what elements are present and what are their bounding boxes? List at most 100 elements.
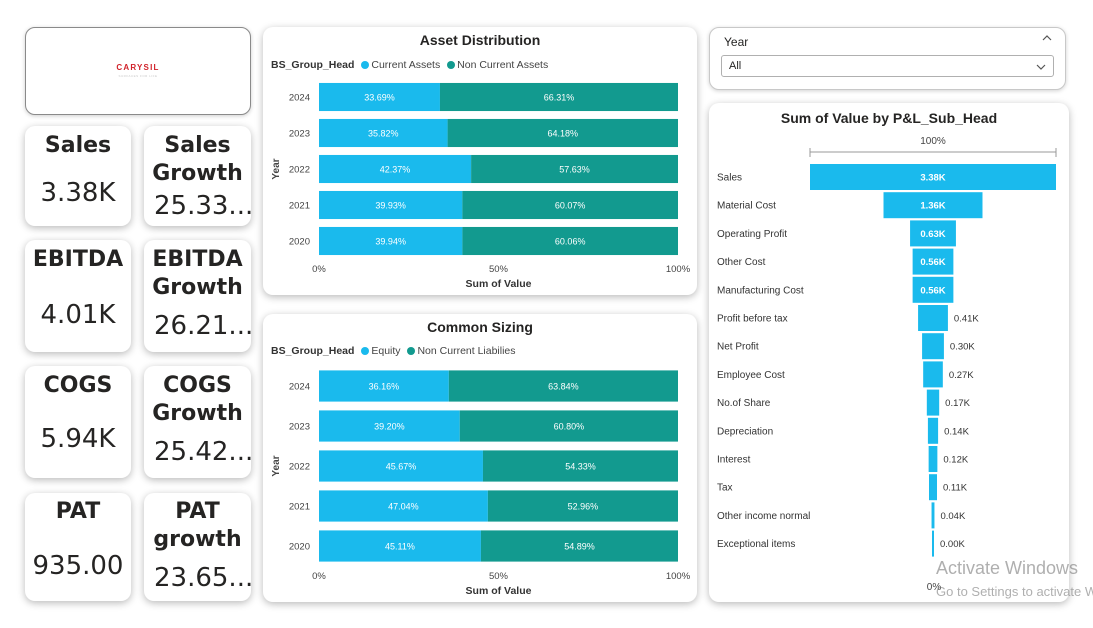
- funnel-category-label: Profit before tax: [717, 314, 788, 325]
- collapse-chevron-icon[interactable]: [1041, 32, 1053, 47]
- kpi-card-ebitda[interactable]: EBITDA 4.01K: [25, 240, 131, 352]
- year-dropdown[interactable]: All: [721, 55, 1054, 77]
- kpi-title: EBITDA: [32, 247, 124, 272]
- data-label: 60.07%: [555, 201, 586, 211]
- y-tick-label: 2021: [289, 201, 310, 212]
- kpi-card-pat[interactable]: PAT 935.00: [25, 493, 131, 601]
- funnel-value-label: 0.04K: [940, 511, 965, 522]
- y-tick-label: 2021: [289, 502, 310, 513]
- funnel-bar: [931, 502, 935, 529]
- kpi-value: 26.21...: [154, 311, 251, 341]
- data-label: 45.67%: [386, 462, 417, 472]
- data-label: 39.20%: [374, 422, 405, 432]
- data-label: 60.80%: [554, 422, 585, 432]
- funnel-category-label: No.of Share: [717, 398, 771, 409]
- common-sizing-plot: Year 2024 36.16% 63.84% 2023 39.20% 60.80% 2022…: [271, 370, 691, 597]
- kpi-title: COGS Growth: [152, 373, 243, 426]
- kpi-title: Sales Growth: [152, 133, 243, 186]
- funnel-bar: [932, 530, 934, 557]
- x-tick-label: 100%: [666, 571, 691, 582]
- data-label: 57.63%: [559, 165, 590, 175]
- funnel-category-label: Interest: [717, 455, 751, 466]
- y-tick-label: 2024: [289, 93, 310, 104]
- funnel-category-label: Depreciation: [717, 426, 773, 437]
- funnel-bar: [928, 474, 938, 501]
- data-label: 64.18%: [548, 129, 579, 139]
- chevron-down-icon: [1035, 60, 1047, 78]
- company-logo-tagline: SURFACES FOR LIFE: [118, 74, 158, 78]
- kpi-title: COGS: [43, 373, 113, 398]
- funnel-value-label: 0.41K: [954, 314, 979, 325]
- x-tick-label: 50%: [489, 264, 509, 275]
- data-label: 47.04%: [388, 502, 419, 512]
- y-axis-title: Year: [271, 455, 282, 476]
- data-label: 54.89%: [564, 542, 595, 552]
- kpi-card-ebitda-growth[interactable]: EBITDA Growth 26.21...: [144, 240, 251, 352]
- funnel-value-label: 0.12K: [943, 455, 968, 466]
- data-label: 39.93%: [375, 201, 406, 211]
- funnel-category-label: Tax: [717, 483, 733, 494]
- funnel-bar: [922, 333, 944, 360]
- x-axis-title: Sum of Value: [466, 585, 532, 597]
- funnel-value-label: 0.56K: [920, 257, 945, 268]
- kpi-value: 935.00: [32, 551, 124, 581]
- kpi-card-sales-growth[interactable]: Sales Growth 25.33...: [144, 126, 251, 226]
- x-axis-title: Sum of Value: [466, 278, 532, 290]
- y-tick-label: 2020: [289, 542, 310, 553]
- funnel-bar: [918, 305, 948, 331]
- kpi-card-cogs[interactable]: COGS 5.94K: [25, 366, 131, 478]
- funnel-value-label: 1.36K: [920, 201, 945, 212]
- activation-watermark-subtitle: Go to Settings to activate Windows.: [936, 584, 1093, 599]
- year-slicer[interactable]: Year All: [709, 27, 1066, 90]
- funnel-bar: [923, 361, 943, 388]
- common-sizing-chart[interactable]: Common Sizing BS_Group_Head Equity Non C…: [263, 314, 697, 602]
- y-tick-label: 2024: [289, 382, 310, 393]
- pl-funnel-plot: 100% Sales 3.38K Material Cost 1.36K Operatin…: [717, 136, 1057, 593]
- asset-distribution-plot: Year 2024 33.69% 66.31% 2023 35.82% 64.18% 2022…: [271, 82, 691, 290]
- company-logo: CARYSIL: [116, 63, 160, 72]
- funnel-value-label: 0.14K: [944, 426, 969, 437]
- y-tick-label: 2020: [289, 237, 310, 248]
- y-tick-label: 2022: [289, 462, 310, 473]
- kpi-value: 5.94K: [40, 424, 116, 454]
- pl-funnel-chart[interactable]: Sum of Value by P&L_Sub_Head 100% Sales 3.…: [709, 103, 1069, 602]
- data-label: 35.82%: [368, 129, 399, 139]
- funnel-category-label: Net Profit: [717, 342, 759, 353]
- funnel-value-label: 3.38K: [920, 173, 945, 184]
- kpi-card-pat-growth[interactable]: PAT growth 23.65...: [144, 493, 251, 601]
- kpi-title: PAT: [55, 499, 101, 524]
- kpi-value: 3.38K: [40, 178, 116, 208]
- funnel-value-label: 0.27K: [949, 370, 974, 381]
- x-tick-label: 0%: [312, 571, 326, 582]
- kpi-title: PAT growth: [153, 499, 242, 552]
- data-label: 66.31%: [544, 93, 575, 103]
- funnel-value-label: 0.63K: [920, 229, 945, 240]
- kpi-value: 23.65...: [154, 563, 251, 593]
- y-tick-label: 2022: [289, 165, 310, 176]
- funnel-value-label: 0.56K: [920, 285, 945, 296]
- funnel-bar: [927, 417, 939, 444]
- kpi-card-sales[interactable]: Sales 3.38K: [25, 126, 131, 226]
- kpi-value: 25.33...: [154, 191, 251, 221]
- data-label: 39.94%: [375, 237, 406, 247]
- funnel-category-label: Other income normal: [717, 511, 810, 522]
- funnel-category-label: Manufacturing Cost: [717, 285, 804, 296]
- kpi-title: EBITDA Growth: [152, 247, 243, 300]
- kpi-card-cogs-growth[interactable]: COGS Growth 25.42...: [144, 366, 251, 478]
- data-label: 52.96%: [568, 502, 599, 512]
- data-label: 54.33%: [565, 462, 596, 472]
- funnel-value-label: 0.00K: [940, 539, 965, 550]
- y-tick-label: 2023: [289, 422, 310, 433]
- data-label: 60.06%: [555, 237, 586, 247]
- kpi-title: Sales: [44, 133, 112, 158]
- funnel-bar: [928, 446, 938, 472]
- funnel-top-label: 100%: [920, 136, 946, 147]
- data-label: 36.16%: [369, 382, 400, 392]
- data-label: 63.84%: [548, 382, 579, 392]
- funnel-value-label: 0.11K: [943, 483, 968, 494]
- slicer-label: Year: [724, 35, 749, 49]
- asset-distribution-chart[interactable]: Asset Distribution BS_Group_Head Current…: [263, 27, 697, 295]
- data-label: 33.69%: [364, 93, 395, 103]
- funnel-category-label: Operating Profit: [717, 229, 787, 240]
- kpi-value: 25.42...: [154, 437, 251, 467]
